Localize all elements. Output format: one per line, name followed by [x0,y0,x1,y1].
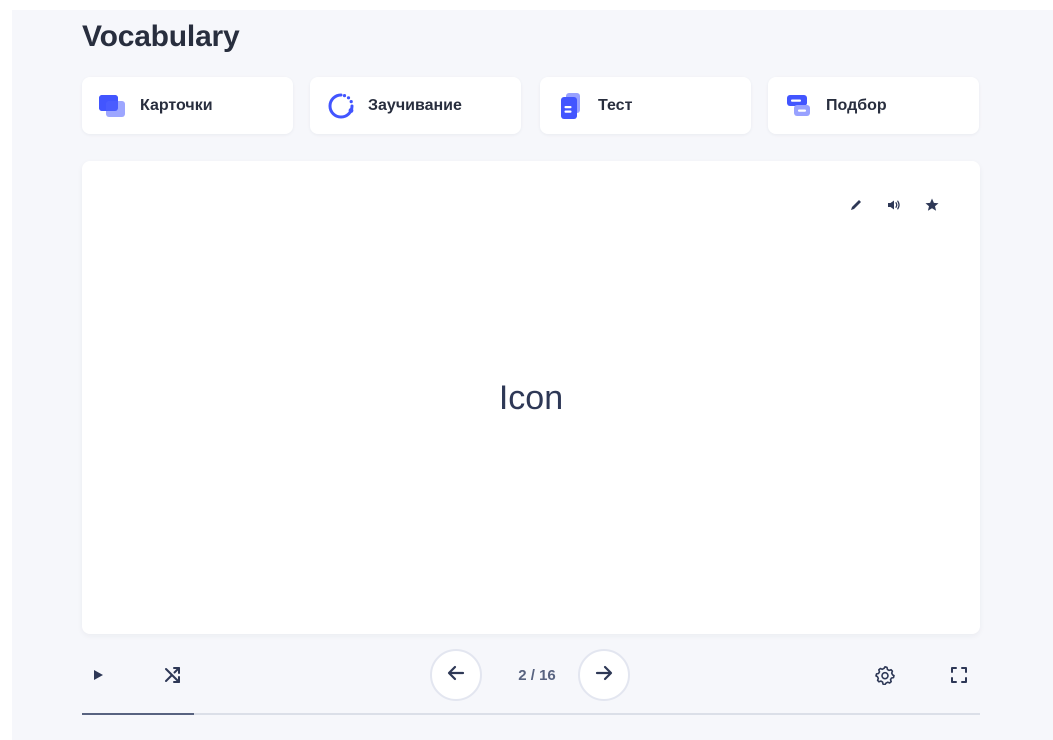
card-counter: 2 / 16 [518,666,556,684]
cards-icon [98,91,128,121]
card-controls: 2 / 16 [82,647,980,703]
mode-match-button[interactable]: Подбор [768,77,979,134]
mode-test-label: Тест [598,96,633,114]
play-icon[interactable] [88,665,108,685]
edit-icon[interactable] [846,195,866,215]
fullscreen-icon[interactable] [948,664,970,686]
arrow-left-icon [445,662,467,689]
progress-fill [82,713,195,715]
shuffle-icon[interactable] [162,664,184,686]
test-document-icon [556,91,586,121]
previous-card-button[interactable] [430,649,482,701]
mode-cards-button[interactable]: Карточки [82,77,293,134]
progress-track [82,713,980,715]
mode-learn-button[interactable]: Заучивание [310,77,521,134]
mode-test-button[interactable]: Тест [540,77,751,134]
card-actions [846,195,942,215]
study-modes: Карточки Заучивание Тест Подбор [82,77,980,134]
card-term: Icon [498,379,564,417]
audio-icon[interactable] [884,195,904,215]
settings-gear-icon[interactable] [874,664,896,686]
flashcard[interactable]: Icon [82,161,980,634]
page-title: Vocabulary [82,20,240,53]
match-icon [784,91,814,121]
learn-cycle-icon [326,91,356,121]
mode-cards-label: Карточки [140,96,213,114]
next-card-button[interactable] [578,649,630,701]
study-app: Vocabulary Карточки Заучивание Тест Подб… [12,10,1053,740]
arrow-right-icon [593,662,615,689]
mode-learn-label: Заучивание [368,96,462,114]
mode-match-label: Подбор [826,96,887,114]
star-icon[interactable] [922,195,942,215]
